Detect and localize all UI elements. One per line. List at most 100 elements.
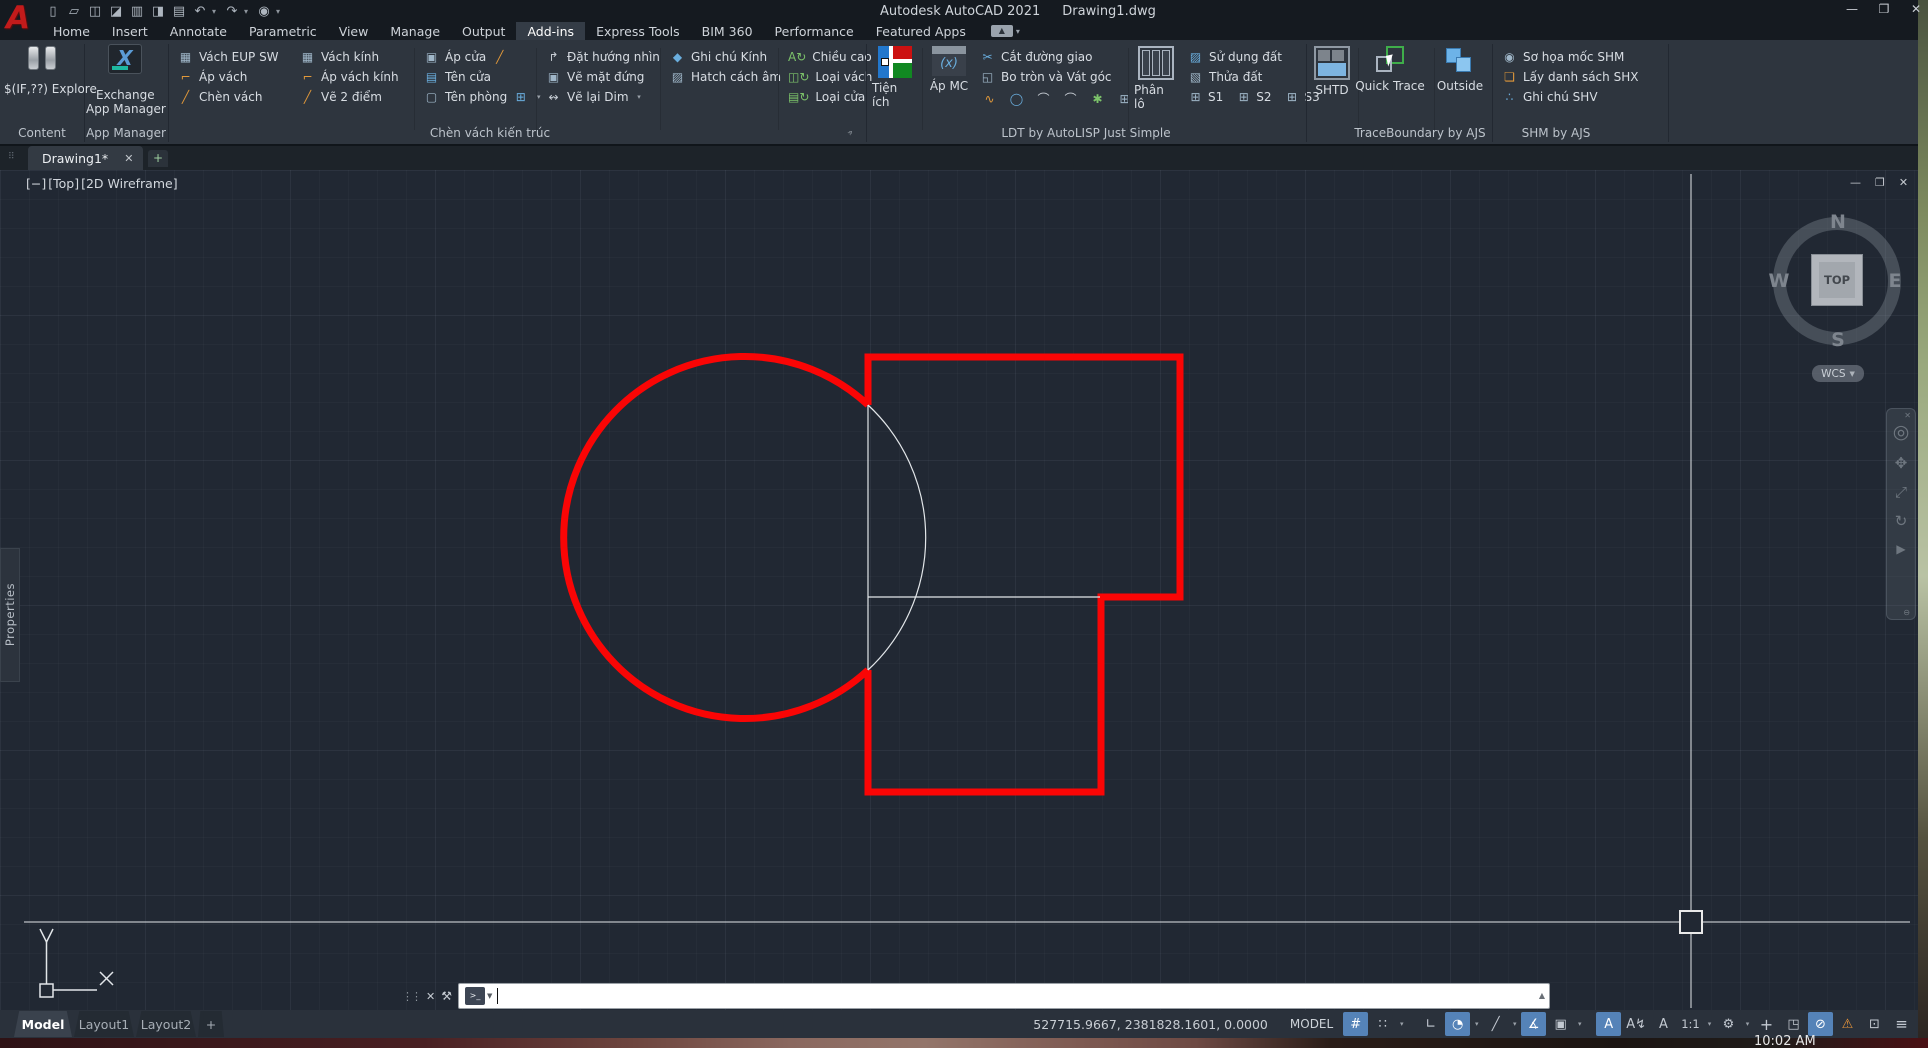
viewcube-top-face[interactable]: TOP xyxy=(1811,254,1863,306)
command-history-expand-icon[interactable]: ▲ xyxy=(1539,991,1545,1000)
navbar-expand-icon[interactable]: ⊖ xyxy=(1903,608,1910,617)
viewcube-north[interactable]: N xyxy=(1830,211,1846,233)
command-recent-caret-icon[interactable]: ▼ xyxy=(487,992,492,1000)
command-input[interactable]: >_ ▼ ▲ xyxy=(458,983,1550,1009)
ribbon-item-lay-danh-sach-shx[interactable]: ❏ Lấy danh sách SHX xyxy=(1502,68,1638,86)
viewport-visual-style-control[interactable]: [2D Wireframe] xyxy=(81,176,177,191)
pan-icon[interactable]: ✥ xyxy=(1895,456,1908,471)
ribbon-item-loai-vach[interactable]: ◫↻ Loại vách xyxy=(788,68,872,86)
undo-caret-icon[interactable]: ▾ xyxy=(212,7,220,16)
save-as-icon[interactable]: ◪ xyxy=(107,4,125,19)
tab-express-tools[interactable]: Express Tools xyxy=(585,22,691,40)
chamfer-arc-icon[interactable]: ⌒ xyxy=(1063,93,1078,105)
revcloud-icon[interactable]: ◯ xyxy=(1009,93,1024,105)
ribbon-item-bo-tron-vat-goc[interactable]: ◱ Bo tròn và Vát góc xyxy=(980,68,1112,86)
ribbon-item-ap-vach-kinh[interactable]: ⌐ Áp vách kính xyxy=(300,68,399,86)
ap-mc-button[interactable]: (x) Áp MC xyxy=(928,46,970,93)
ribbon-item-su-dung-dat[interactable]: ▨ Sử dụng đất xyxy=(1188,48,1282,66)
ribbon-item-dat-huong-nhin[interactable]: ↱ Đặt hướng nhìn xyxy=(546,48,660,66)
window-restore-button[interactable]: ❐ xyxy=(1876,2,1892,16)
viewcube-west[interactable]: W xyxy=(1769,270,1790,292)
tab-model[interactable]: Model xyxy=(14,1011,72,1037)
viewport-minimize-icon[interactable]: — xyxy=(1850,176,1861,189)
tab-view[interactable]: View xyxy=(328,22,380,40)
wcs-dropdown[interactable]: WCS ▼ xyxy=(1812,365,1864,382)
viewcube-south[interactable]: S xyxy=(1831,329,1845,351)
showmotion-icon[interactable]: ▶ xyxy=(1896,543,1905,555)
graphics-performance-button[interactable]: ⚠ xyxy=(1835,1012,1860,1036)
workspace-caret-icon[interactable]: ▾ xyxy=(1743,1020,1752,1028)
tab-performance[interactable]: Performance xyxy=(764,22,865,40)
customization-menu-button[interactable]: ≡ xyxy=(1889,1012,1914,1036)
annotation-scale-value[interactable]: 1:1 xyxy=(1678,1012,1703,1036)
phan-lo-button[interactable]: Phân lô xyxy=(1134,46,1178,111)
tab-annotate[interactable]: Annotate xyxy=(159,22,238,40)
clean-screen-toggle[interactable]: ⊘ xyxy=(1808,1012,1833,1036)
ribbon-item-chen-vach[interactable]: ╱ Chèn vách xyxy=(178,88,262,106)
viewport-view-control[interactable]: [Top] xyxy=(48,176,79,191)
polar-caret-icon[interactable]: ▾ xyxy=(1472,1020,1481,1028)
object-snap-toggle[interactable]: ▣ xyxy=(1548,1012,1573,1036)
annotation-monitor-button[interactable]: + xyxy=(1754,1012,1779,1036)
tab-parametric[interactable]: Parametric xyxy=(238,22,328,40)
ribbon-item-chieu-cao[interactable]: A↻ Chiều cao xyxy=(788,48,872,66)
ribbon-item-so-hoa-moc-shm[interactable]: ◉ Sơ họa mốc SHM xyxy=(1502,48,1624,66)
annotation-visibility-toggle[interactable]: A xyxy=(1596,1012,1621,1036)
ribbon-item-ve-lai-dim[interactable]: ↭ Vẽ lại Dim ▾ xyxy=(546,88,644,106)
explore-button[interactable] xyxy=(16,46,68,70)
redo-caret-icon[interactable]: ▾ xyxy=(244,7,252,16)
isolate-objects-button[interactable]: ◳ xyxy=(1781,1012,1806,1036)
s2-label[interactable]: S2 xyxy=(1256,90,1271,104)
file-tab-close-icon[interactable]: ✕ xyxy=(124,152,133,165)
save-icon[interactable]: ◫ xyxy=(86,4,104,19)
s1-table-icon[interactable]: ⊞ xyxy=(1188,91,1203,103)
navigation-wheel-icon[interactable]: ◎ xyxy=(1893,423,1910,442)
new-file-icon[interactable]: ▯ xyxy=(44,4,62,19)
ribbon-item-cat-duong-giao[interactable]: ✂ Cắt đường giao xyxy=(980,48,1093,66)
ribbon-item-ap-vach[interactable]: ⌐ Áp vách xyxy=(178,68,247,86)
ribbon-item-ghi-chu-kinh[interactable]: ◆ Ghi chú Kính xyxy=(670,48,767,66)
tab-layout2[interactable]: Layout2 xyxy=(136,1011,196,1037)
tien-ich-button[interactable]: Tiện ích xyxy=(872,46,918,109)
qat-customize-caret-icon[interactable]: ▾ xyxy=(276,7,284,16)
ribbon-item-ap-cua[interactable]: ▣ Áp cửa ╱ xyxy=(424,48,507,66)
iso-caret-icon[interactable]: ▾ xyxy=(1510,1020,1519,1028)
ribbon-item-ten-cua[interactable]: ▤ Tên cửa xyxy=(424,68,491,86)
command-dock-close-icon[interactable]: ✕ xyxy=(426,990,435,1003)
tab-layout1[interactable]: Layout1 xyxy=(74,1011,134,1037)
ribbon-item-loai-cua[interactable]: ▤↻ Loại cửa xyxy=(788,88,865,106)
file-tab-menu-icon[interactable]: ⠿ xyxy=(8,152,16,162)
command-dock-drag-handle[interactable]: ⋮⋮ xyxy=(402,990,420,1003)
window-minimize-button[interactable]: — xyxy=(1844,2,1860,16)
annotation-autoscale-toggle[interactable]: A↯ xyxy=(1623,1012,1649,1036)
exchange-app-manager-button[interactable]: X xyxy=(105,44,145,74)
outside-button[interactable]: Outside xyxy=(1432,46,1488,93)
fillet-arc-icon[interactable]: ⌒ xyxy=(1036,93,1051,105)
polar-tracking-toggle[interactable]: ◔ xyxy=(1445,1012,1470,1036)
snap-caret-icon[interactable]: ▾ xyxy=(1397,1020,1406,1028)
ribbon-item-vach-kinh[interactable]: ▦ Vách kính xyxy=(300,48,379,66)
fullscreen-button[interactable]: ⊡ xyxy=(1862,1012,1887,1036)
scale-caret-icon[interactable]: ▾ xyxy=(1705,1020,1714,1028)
s2-table-icon[interactable]: ⊞ xyxy=(1236,91,1251,103)
model-space-viewport[interactable] xyxy=(0,170,1918,1010)
ribbon-item-thua-dat[interactable]: ▧ Thửa đất xyxy=(1188,68,1262,86)
viewport-close-icon[interactable]: ✕ xyxy=(1899,176,1908,189)
print-icon[interactable]: ▤ xyxy=(170,4,188,19)
tab-featured-apps[interactable]: Featured Apps xyxy=(865,22,977,40)
open-file-icon[interactable]: ▱ xyxy=(65,4,83,19)
viewport-restore-icon[interactable]: ❐ xyxy=(1875,176,1885,189)
window-close-button[interactable]: ✕ xyxy=(1908,2,1924,16)
panel-launcher-icon[interactable]: » xyxy=(845,128,856,139)
viewcube-east[interactable]: E xyxy=(1889,270,1902,292)
add-layout-button[interactable]: + xyxy=(198,1011,224,1037)
s1-label[interactable]: S1 xyxy=(1208,90,1223,104)
plot-icon[interactable]: ▥ xyxy=(128,4,146,19)
spline-edit-icon[interactable]: ✱ xyxy=(1090,93,1105,105)
new-file-tab-button[interactable]: + xyxy=(148,150,168,167)
publish-icon[interactable]: ◨ xyxy=(149,4,167,19)
ortho-toggle[interactable]: ∟ xyxy=(1418,1012,1443,1036)
navbar-close-icon[interactable]: ✕ xyxy=(1904,411,1911,420)
tab-manage[interactable]: Manage xyxy=(379,22,451,40)
autocad-logo[interactable]: A xyxy=(6,0,36,36)
